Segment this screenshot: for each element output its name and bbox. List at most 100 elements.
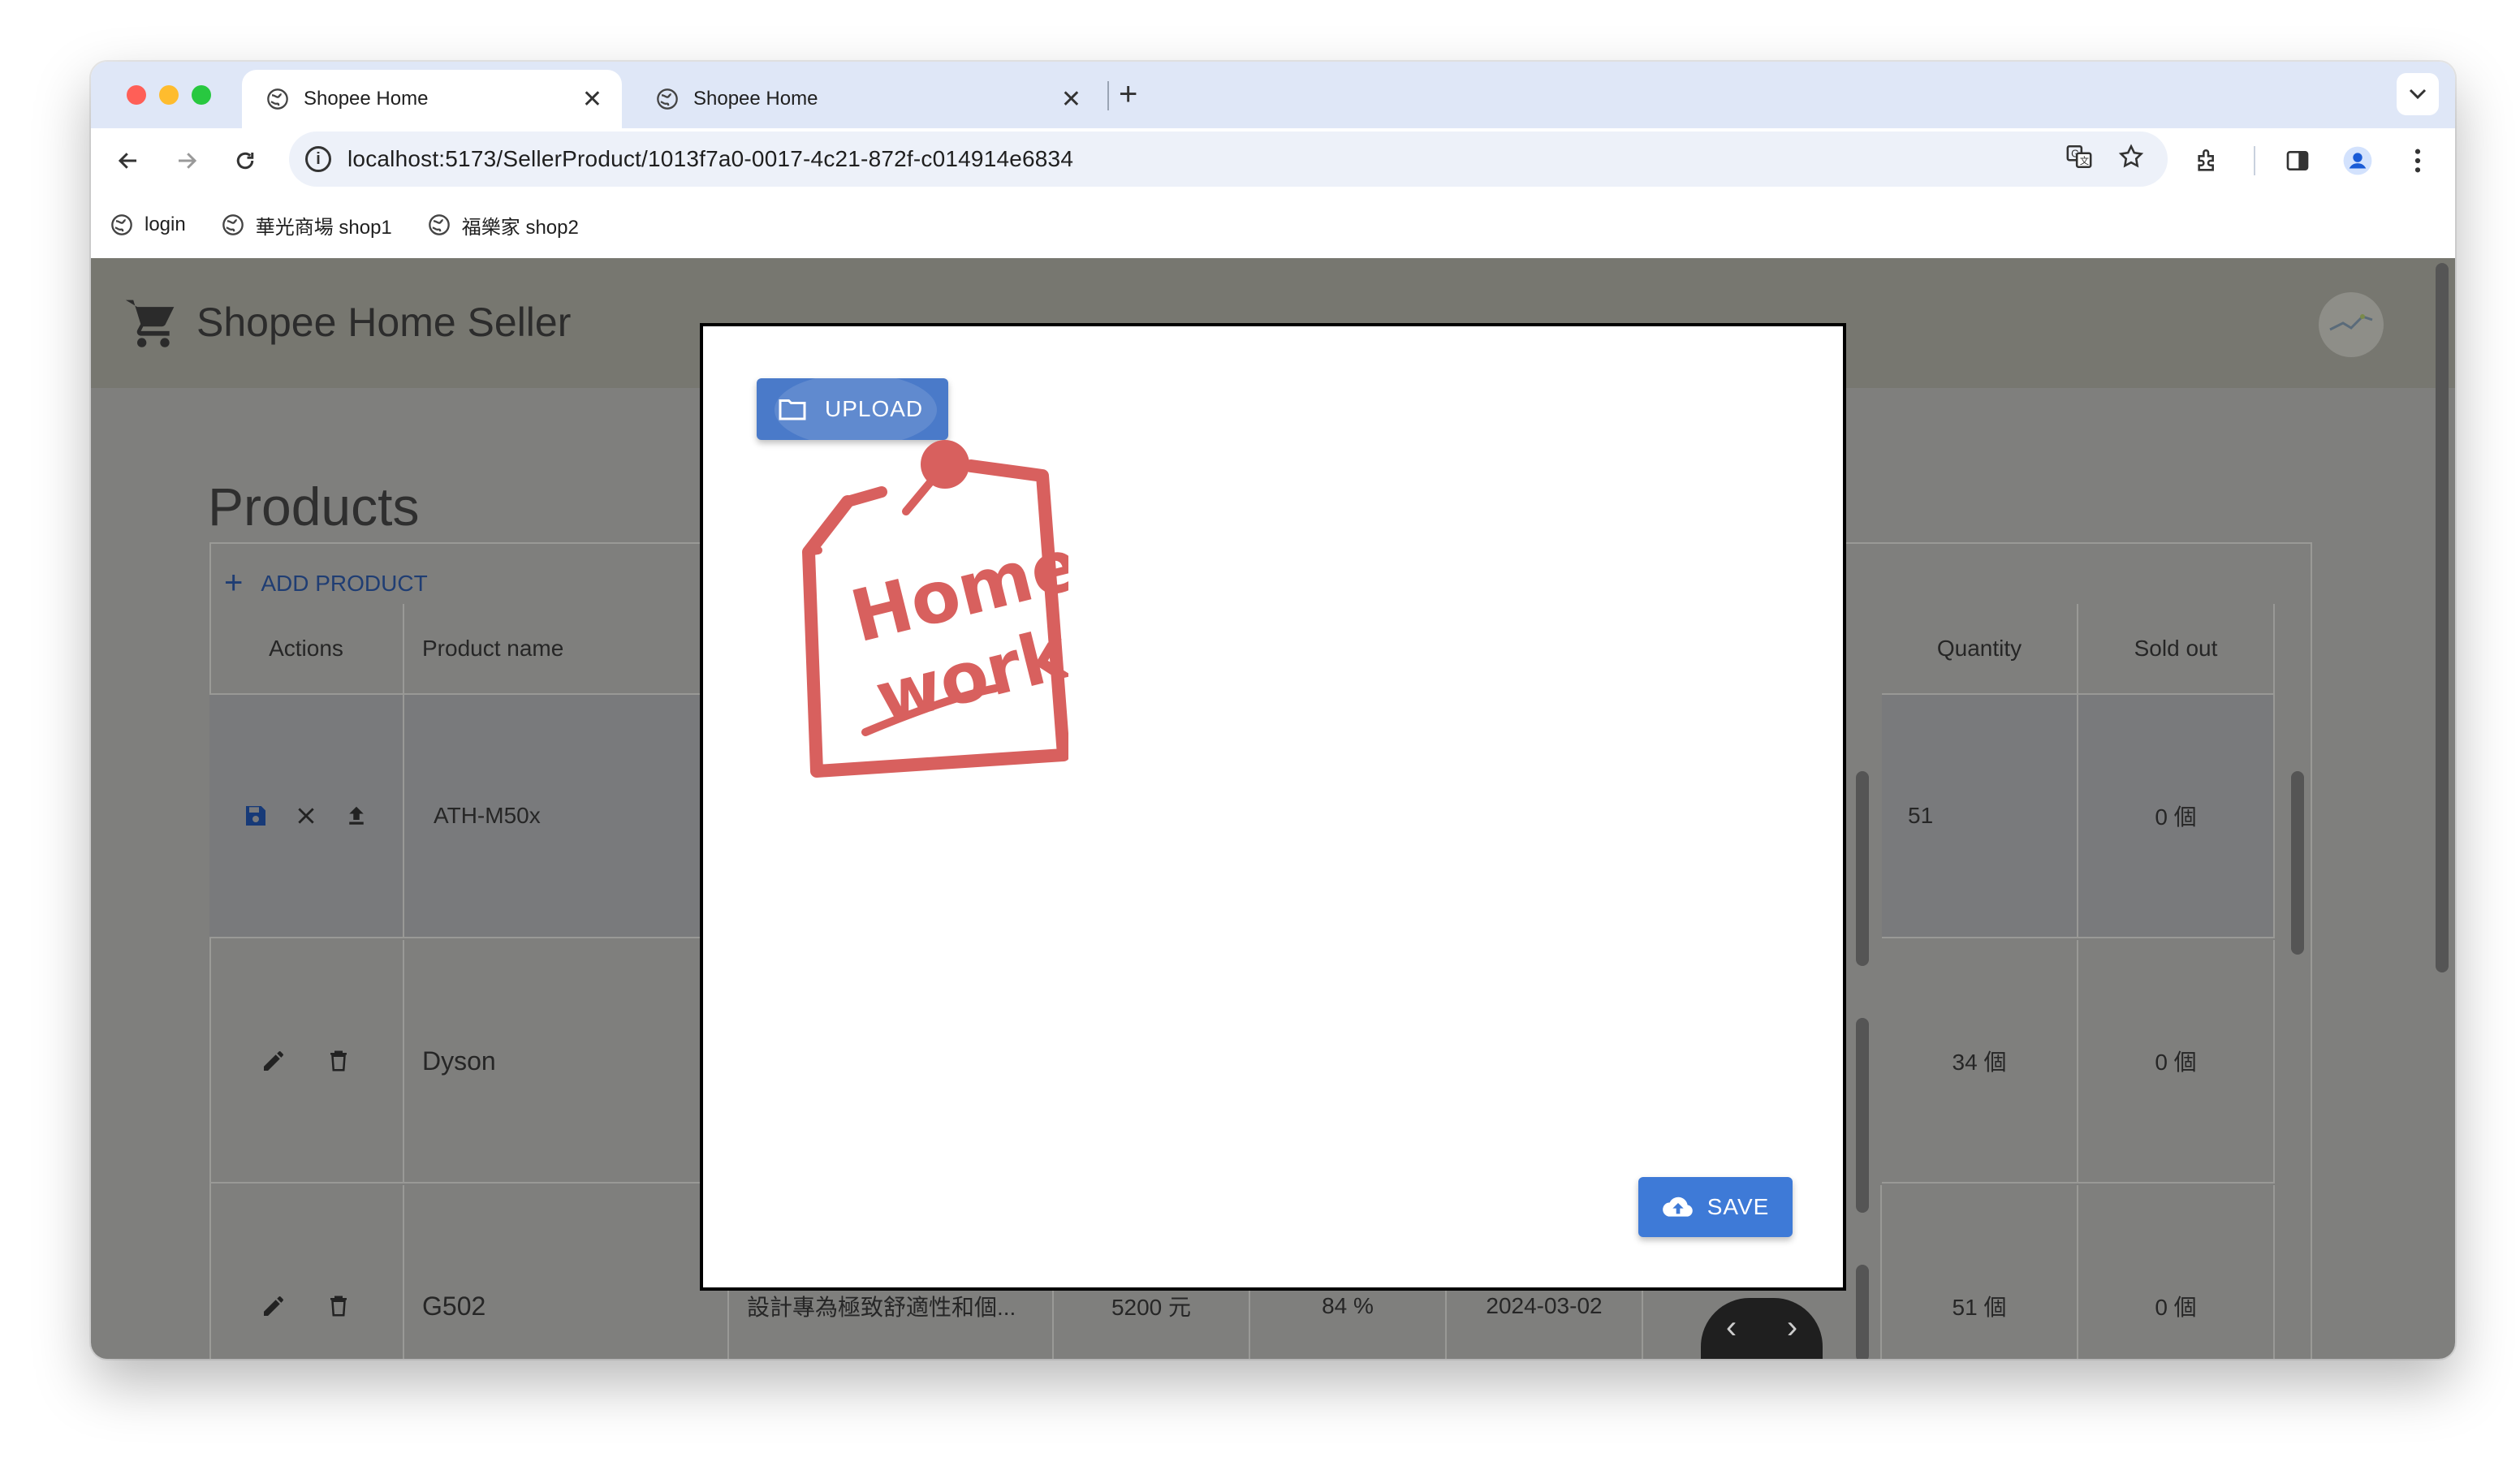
cell-text: 51 個 bbox=[1952, 1295, 2007, 1320]
cell-text: 設計專為極致舒適性和個... bbox=[747, 1295, 1016, 1320]
cell-text: G502 bbox=[422, 1291, 486, 1321]
column-header-actions[interactable]: Actions bbox=[209, 604, 404, 695]
column-header-label: Actions bbox=[269, 636, 343, 661]
table-row-actions bbox=[209, 1185, 404, 1359]
cell-scrollbar[interactable] bbox=[1856, 1018, 1869, 1213]
profile-icon[interactable] bbox=[2340, 143, 2375, 179]
save-label: SAVE bbox=[1707, 1194, 1770, 1219]
cell-text: 2024-03-02 bbox=[1486, 1293, 1603, 1318]
chevron-left-icon[interactable]: ‹ bbox=[1726, 1309, 1737, 1346]
side-panel-icon[interactable] bbox=[2280, 143, 2315, 179]
add-product-button[interactable]: + ADD PRODUCT bbox=[224, 565, 428, 601]
table-cell-product-name[interactable]: Dyson bbox=[404, 940, 729, 1184]
delete-icon[interactable] bbox=[322, 1290, 355, 1322]
product-thumbnail: ‹ › bbox=[1701, 1298, 1823, 1359]
homework-sticker-image: Home- work! bbox=[802, 440, 1068, 778]
cell-text: ATH-M50x bbox=[434, 803, 541, 828]
table-cell-sold-out[interactable]: 0 個 bbox=[2078, 695, 2275, 938]
chevron-right-icon[interactable]: › bbox=[1787, 1309, 1797, 1346]
bookmark-shop1[interactable]: 華光商場 shop1 bbox=[222, 211, 392, 239]
bookmark-label: login bbox=[145, 213, 186, 235]
cell-text: 34 個 bbox=[1952, 1050, 2007, 1075]
page-content: Shopee Home Seller Products + ADD PRODUC… bbox=[91, 258, 2455, 1359]
column-header-quantity[interactable]: Quantity bbox=[1882, 604, 2078, 695]
bookmark-star-icon[interactable] bbox=[2117, 143, 2145, 178]
image-upload-dialog: UPLOAD Home- work! SAVE bbox=[700, 323, 1846, 1291]
upload-image-icon[interactable] bbox=[340, 800, 373, 832]
column-header-product-name[interactable]: Product name bbox=[404, 604, 729, 695]
reload-icon bbox=[236, 152, 254, 170]
shopping-cart-icon bbox=[125, 300, 175, 347]
chevron-down-icon bbox=[2409, 88, 2427, 100]
address-bar[interactable]: i localhost:5173/SellerProduct/1013f7a0-… bbox=[289, 132, 2168, 187]
tab-search-button[interactable] bbox=[2397, 73, 2439, 115]
cell-text: 0 個 bbox=[2155, 1050, 2197, 1075]
delete-icon[interactable] bbox=[322, 1045, 355, 1077]
cell-text: 51 bbox=[1908, 803, 1934, 828]
table-cell-sold-out[interactable]: 0 個 bbox=[2078, 940, 2275, 1184]
edit-icon[interactable] bbox=[257, 1045, 290, 1077]
page-title: Products bbox=[208, 476, 420, 537]
minimize-window-button[interactable] bbox=[159, 85, 179, 105]
bookmark-login[interactable]: login bbox=[110, 213, 186, 236]
tab-separator bbox=[1107, 81, 1109, 110]
cancel-edit-icon[interactable] bbox=[290, 800, 322, 832]
back-arrow-icon bbox=[118, 153, 136, 169]
browser-window: Shopee Home ✕ Shopee Home ✕ + i localhos… bbox=[91, 62, 2455, 1359]
cell-text: 84 % bbox=[1322, 1293, 1374, 1318]
cell-scrollbar[interactable] bbox=[1856, 771, 1869, 966]
table-cell-product-name[interactable]: ATH-M50x bbox=[404, 695, 729, 938]
globe-icon bbox=[428, 214, 450, 235]
new-tab-button[interactable]: + bbox=[1119, 76, 1137, 113]
table-row-actions bbox=[209, 695, 404, 938]
cell-text: Dyson bbox=[422, 1046, 496, 1076]
globe-icon bbox=[222, 214, 244, 235]
folder-icon bbox=[779, 399, 806, 420]
back-button[interactable] bbox=[109, 141, 148, 180]
save-row-icon[interactable] bbox=[239, 800, 272, 832]
url-text[interactable]: localhost:5173/SellerProduct/1013f7a0-00… bbox=[347, 146, 1073, 172]
upload-label: UPLOAD bbox=[825, 396, 924, 421]
reload-button[interactable] bbox=[226, 141, 265, 180]
globe-icon bbox=[657, 88, 678, 110]
extensions-icon[interactable] bbox=[2190, 143, 2226, 179]
table-row-actions bbox=[209, 940, 404, 1184]
page-scrollbar[interactable] bbox=[2436, 263, 2449, 972]
cell-scrollbar[interactable] bbox=[1856, 1265, 1869, 1359]
tab-close-icon[interactable]: ✕ bbox=[582, 85, 602, 114]
tab-shopee-home-1[interactable]: Shopee Home ✕ bbox=[242, 70, 622, 128]
bookmark-label: 華光商場 shop1 bbox=[255, 216, 392, 239]
tab-close-icon[interactable]: ✕ bbox=[1061, 85, 1081, 114]
table-cell-quantity[interactable]: 51 bbox=[1882, 695, 2078, 938]
column-header-sold-out[interactable]: Sold out bbox=[2078, 604, 2275, 695]
toolbar-separator bbox=[2254, 146, 2255, 175]
cell-text: 0 個 bbox=[2155, 1295, 2197, 1320]
forward-button[interactable] bbox=[167, 141, 206, 180]
column-header-label: Sold out bbox=[2134, 636, 2218, 661]
avatar[interactable] bbox=[2319, 292, 2384, 357]
close-window-button[interactable] bbox=[127, 85, 146, 105]
translate-icon[interactable]: G文 bbox=[2065, 143, 2093, 178]
tab-strip: Shopee Home ✕ Shopee Home ✕ + bbox=[91, 62, 2455, 128]
bookmark-shop2[interactable]: 福樂家 shop2 bbox=[428, 211, 579, 239]
table-cell-quantity[interactable]: 34 個 bbox=[1882, 940, 2078, 1184]
app-title: Shopee Home Seller bbox=[196, 300, 572, 345]
edit-icon[interactable] bbox=[257, 1290, 290, 1322]
cell-text: 0 個 bbox=[2155, 804, 2197, 830]
column-header-label: Product name bbox=[422, 636, 564, 661]
globe-icon bbox=[267, 88, 288, 110]
save-button[interactable]: SAVE bbox=[1638, 1177, 1793, 1237]
table-cell-product-name[interactable]: G502 bbox=[404, 1185, 729, 1359]
globe-icon bbox=[111, 214, 132, 235]
tab-shopee-home-2[interactable]: Shopee Home ✕ bbox=[632, 70, 1101, 128]
add-product-label: ADD PRODUCT bbox=[261, 570, 428, 596]
maximize-window-button[interactable] bbox=[192, 85, 211, 105]
cell-text: 5200 元 bbox=[1111, 1295, 1192, 1320]
grid-scrollbar[interactable] bbox=[2291, 771, 2304, 955]
more-menu-icon[interactable] bbox=[2400, 143, 2436, 179]
site-info-icon[interactable]: i bbox=[305, 146, 331, 172]
tab-title: Shopee Home bbox=[693, 88, 818, 110]
plus-icon: + bbox=[224, 565, 244, 601]
table-cell-quantity[interactable]: 51 個 bbox=[1882, 1185, 2078, 1359]
table-cell-sold-out[interactable]: 0 個 bbox=[2078, 1185, 2275, 1359]
